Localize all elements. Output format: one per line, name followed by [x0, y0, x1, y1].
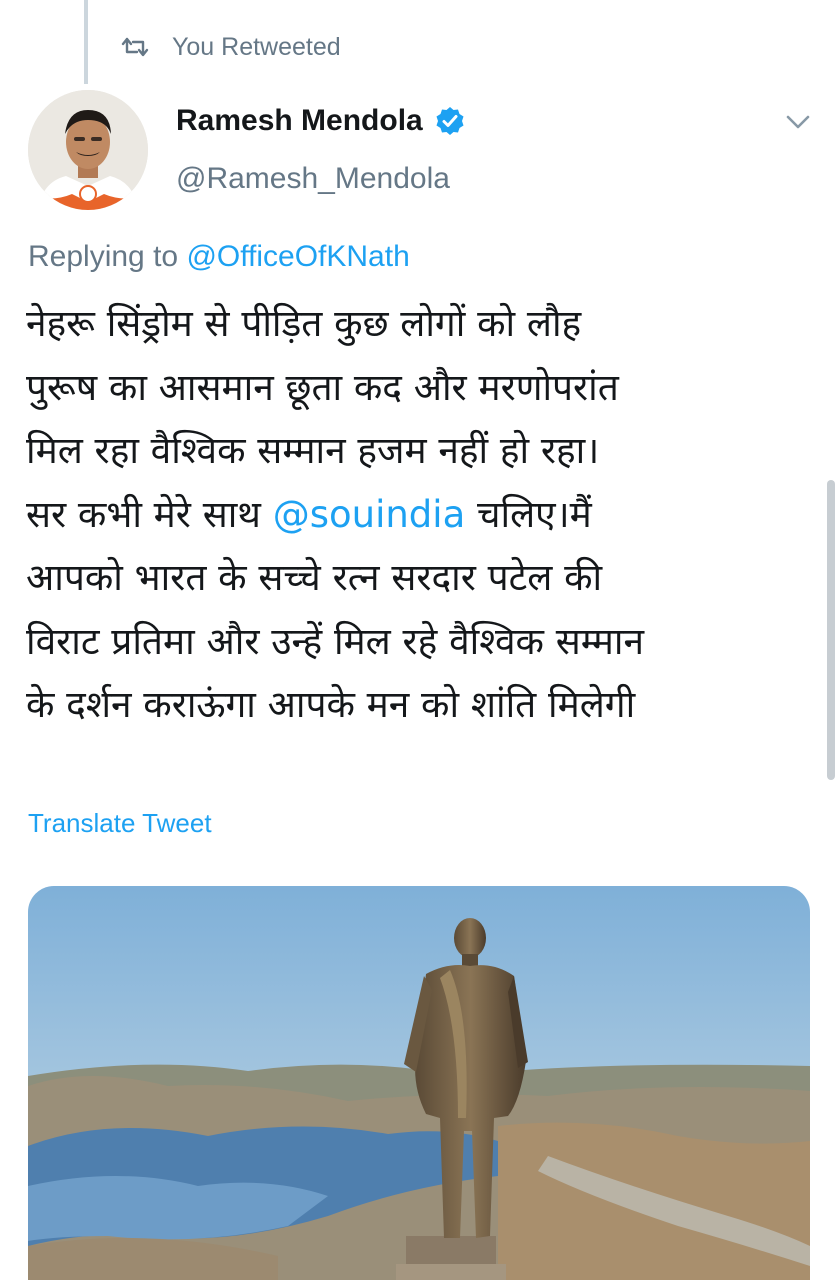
replying-to-prefix: Replying to: [28, 240, 187, 273]
profile-photo: [28, 90, 148, 210]
avatar[interactable]: [28, 90, 148, 210]
author-name-row[interactable]: Ramesh Mendola: [176, 104, 465, 138]
tweet-line: के दर्शन कराऊंगा आपके मन को शांति मिलेगी: [26, 683, 636, 726]
tweet-text-segment: चलिए।मैं: [465, 492, 592, 536]
souindia-mention-link[interactable]: @souindia: [273, 493, 466, 536]
tweet-line: सर कभी मेरे साथ @souindia चलिए।मैं: [26, 483, 816, 547]
scrollbar[interactable]: [827, 480, 835, 780]
verified-badge-icon: [436, 107, 464, 135]
author-handle[interactable]: @Ramesh_Mendola: [176, 162, 450, 196]
reply-mention-link[interactable]: @OfficeOfKNath: [186, 240, 409, 273]
thread-connector-line: [84, 0, 88, 84]
tweet-body: नेहरू सिंड्रोम से पीड़ित कुछ लोगों को लौ…: [26, 292, 816, 737]
tweet-text-segment: सर कभी मेरे साथ: [26, 492, 273, 536]
tweet-line: मिल रहा वैश्विक सम्मान हजम नहीं हो रहा।: [26, 429, 600, 472]
retweet-context: You Retweeted: [120, 30, 341, 64]
retweet-label: You Retweeted: [172, 32, 341, 61]
tweet-line: विराट प्रतिमा और उन्हें मिल रहे वैश्विक …: [26, 619, 645, 663]
tweet-line: आपको भारत के सच्चे रत्न सरदार पटेल की: [26, 556, 603, 599]
statue-photo: [28, 886, 810, 1280]
tweet-media-image[interactable]: [28, 886, 810, 1280]
chevron-down-icon[interactable]: [784, 112, 812, 132]
replying-to: Replying to @OfficeOfKNath: [28, 240, 410, 274]
retweet-icon: [121, 37, 149, 57]
tweet-line: पुरूष का आसमान छूता कद और मरणोपरांत: [26, 365, 619, 409]
tweet-line: नेहरू सिंड्रोम से पीड़ित कुछ लोगों को लौ…: [26, 302, 582, 345]
author-name[interactable]: Ramesh Mendola: [176, 104, 423, 138]
translate-tweet-link[interactable]: Translate Tweet: [28, 808, 212, 839]
